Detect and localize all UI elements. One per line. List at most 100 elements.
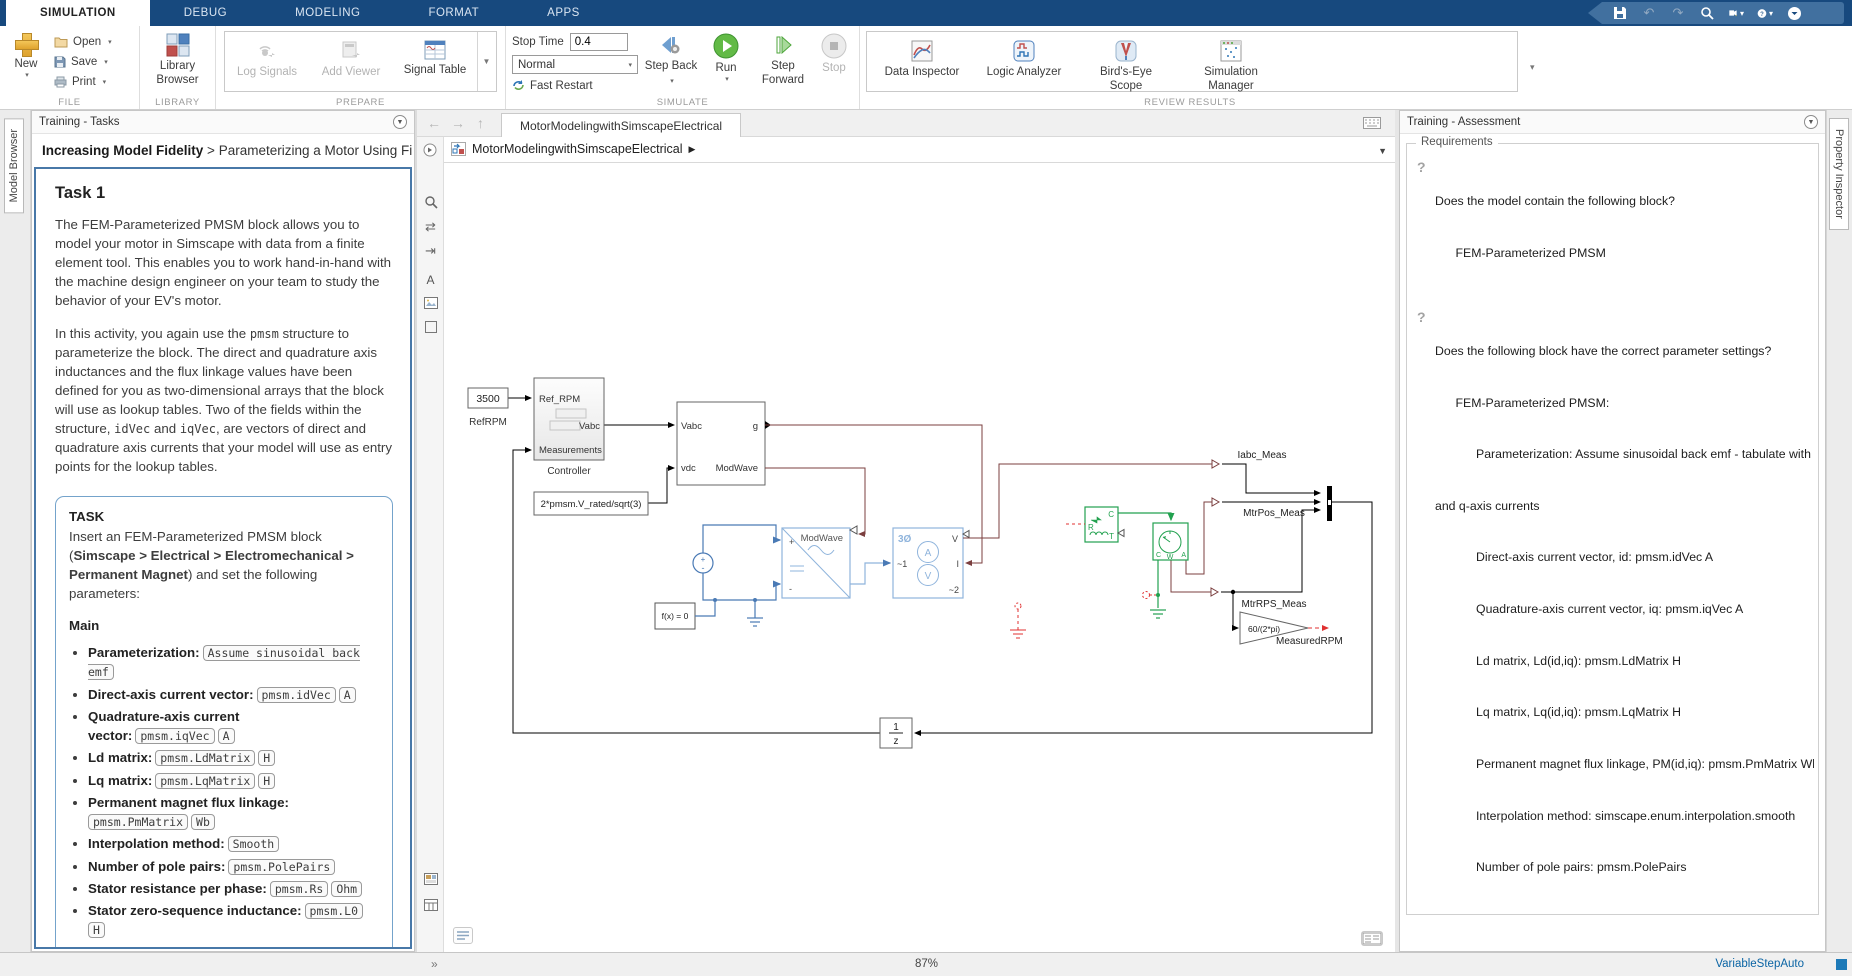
stop-button[interactable]: Stop bbox=[812, 26, 856, 92]
pan-icon[interactable]: ⇄ bbox=[417, 219, 444, 235]
export-favorites-icon[interactable]: ▾ bbox=[1728, 5, 1744, 21]
log-signals-icon bbox=[255, 39, 279, 63]
resize-grip[interactable] bbox=[1836, 959, 1847, 970]
block-solver-configuration[interactable]: f(x) = 0 bbox=[655, 603, 695, 629]
search-icon[interactable] bbox=[1699, 5, 1715, 21]
hide-explorer-bar-button[interactable] bbox=[417, 137, 444, 163]
area-annotation-icon[interactable] bbox=[417, 321, 444, 336]
save-icon[interactable] bbox=[1612, 5, 1628, 21]
svg-text:Vabc: Vabc bbox=[681, 421, 702, 432]
model-browser-tab[interactable]: Model Browser bbox=[4, 118, 24, 213]
mode-dropdown-icon: ▾ bbox=[628, 61, 632, 69]
nav-up-icon[interactable]: ↑ bbox=[477, 115, 484, 131]
save-button[interactable]: Save▾ bbox=[54, 52, 112, 72]
simulation-manager-button[interactable]: Simulation Manager bbox=[1185, 32, 1277, 98]
new-button[interactable]: New ▾ bbox=[6, 26, 46, 92]
tab-debug[interactable]: DEBUG bbox=[150, 0, 261, 26]
requirement-item[interactable]: ? Does the model contain the following b… bbox=[1417, 159, 1814, 297]
signal-label[interactable]: MeasuredRPM bbox=[1276, 636, 1343, 647]
logic-analyzer-button[interactable]: Logic Analyzer bbox=[981, 32, 1067, 98]
block-modwave-generator[interactable]: Vabc vdc g ModWave bbox=[677, 402, 771, 485]
stop-label: Stop bbox=[822, 62, 846, 76]
breadcrumb-section[interactable]: Increasing Model Fidelity bbox=[42, 143, 203, 158]
legend-toggle-button[interactable] bbox=[453, 927, 473, 944]
palette-expand-icon[interactable]: » bbox=[431, 957, 438, 971]
signal-label[interactable]: Iabc_Meas bbox=[1238, 450, 1287, 461]
breadcrumb-dropdown-icon[interactable]: ▼ bbox=[1378, 146, 1387, 156]
unconnected-node[interactable] bbox=[1143, 592, 1157, 599]
undo-icon[interactable]: ↶ bbox=[1641, 5, 1657, 21]
keyboard-shortcuts-icon[interactable] bbox=[1363, 116, 1381, 134]
add-viewer-button[interactable]: Add Viewer bbox=[309, 32, 393, 98]
block-vdc-constant[interactable]: 2*pmsm.V_rated/sqrt(3) bbox=[534, 492, 648, 515]
block-unit-delay[interactable]: 1 z bbox=[880, 718, 912, 748]
tab-modeling[interactable]: MODELING bbox=[261, 0, 394, 26]
nav-back-icon[interactable]: ← bbox=[427, 115, 441, 131]
ribbon-tab-bar: SIMULATION DEBUG MODELING FORMAT APPS ↶ … bbox=[0, 0, 1852, 26]
birds-eye-scope-button[interactable]: Bird's-Eye Scope bbox=[1083, 32, 1169, 98]
ribbon-group-simulate: Stop Time Normal ▾ Fast Restart Step Bac… bbox=[506, 26, 860, 109]
ribbon-group-review: Data Inspector Logic Analyzer Bird's-Eye… bbox=[860, 26, 1524, 109]
ribbon: New ▾ Open▾ Save▾ Print▾ FILE bbox=[0, 26, 1852, 110]
log-signals-button[interactable]: Log Signals bbox=[225, 32, 309, 98]
block-three-phase-meter[interactable]: 3Ø A V ~1 V I ~2 bbox=[893, 528, 969, 598]
tasks-panel-title: Training - Tasks bbox=[39, 116, 120, 128]
data-inspector-button[interactable]: Data Inspector bbox=[879, 32, 965, 98]
new-label: New bbox=[14, 58, 37, 72]
viewmarks-icon[interactable] bbox=[417, 873, 444, 888]
signal-table-button[interactable]: Signal Table bbox=[393, 32, 477, 98]
signal-label[interactable]: MtrPos_Meas bbox=[1243, 508, 1305, 519]
stop-time-input[interactable] bbox=[570, 33, 628, 51]
schedule-editor-icon[interactable] bbox=[417, 899, 444, 914]
zoom-level: 87% bbox=[915, 958, 938, 970]
block-refrpm-constant[interactable]: 3500 RefRPM bbox=[468, 388, 508, 428]
open-label: Open bbox=[73, 36, 101, 48]
requirement-item[interactable]: ? Does the following block have the corr… bbox=[1417, 309, 1814, 914]
step-back-button[interactable]: Step Back ▾ bbox=[642, 26, 700, 92]
fast-restart-toggle[interactable]: Fast Restart bbox=[512, 79, 640, 92]
zoom-icon[interactable] bbox=[417, 195, 444, 212]
breadcrumb-chevron-icon[interactable]: ▶ bbox=[689, 144, 696, 155]
canvas-view-button[interactable] bbox=[1361, 931, 1383, 946]
help-icon[interactable]: ?▾ bbox=[1757, 5, 1773, 21]
floppy-icon bbox=[54, 56, 66, 68]
block-controller[interactable]: Ref_RPM Vabc Measurements Controller bbox=[534, 378, 604, 477]
svg-text:-: - bbox=[789, 584, 792, 594]
solver-status[interactable]: VariableStepAuto bbox=[1715, 958, 1804, 970]
ribbon-group-file: New ▾ Open▾ Save▾ Print▾ FILE bbox=[0, 26, 140, 109]
model-breadcrumb-label[interactable]: MotorModelingwithSimscapeElectrical bbox=[472, 142, 683, 156]
panel-splitter[interactable] bbox=[415, 110, 417, 952]
tab-apps[interactable]: APPS bbox=[513, 0, 614, 26]
block-pmsm-winding[interactable]: R C T bbox=[1085, 507, 1124, 542]
assessment-panel-menu-icon[interactable]: ▼ bbox=[1804, 115, 1818, 129]
block-dc-source[interactable]: + - bbox=[693, 553, 713, 573]
simulation-mode-select[interactable]: Normal ▾ bbox=[512, 55, 638, 74]
list-item: Stator resistance per phase:pmsm.RsOhm bbox=[88, 879, 379, 898]
redo-icon[interactable]: ↷ bbox=[1670, 5, 1686, 21]
step-back-label: Step Back bbox=[645, 60, 697, 72]
ribbon-overflow-icon[interactable]: ▾ bbox=[1530, 62, 1535, 73]
fit-to-view-icon[interactable]: ⇥ bbox=[417, 243, 444, 259]
annotation-icon[interactable]: A bbox=[417, 273, 444, 287]
signal-label[interactable]: MtrRPS_Meas bbox=[1241, 599, 1306, 610]
prepare-overflow-button[interactable]: ▼ bbox=[477, 32, 495, 91]
unconnected-ground[interactable] bbox=[1010, 603, 1026, 638]
block-rotational-sensor[interactable]: C W A bbox=[1153, 523, 1188, 561]
print-button[interactable]: Print▾ bbox=[54, 72, 112, 92]
run-button[interactable]: Run ▾ bbox=[704, 26, 748, 92]
svg-text:vdc: vdc bbox=[681, 463, 696, 474]
minimize-ribbon-icon[interactable] bbox=[1786, 5, 1802, 21]
open-button[interactable]: Open▾ bbox=[54, 32, 112, 52]
library-browser-button[interactable]: Library Browser bbox=[140, 26, 215, 92]
tasks-panel-menu-icon[interactable]: ▼ bbox=[393, 115, 407, 129]
printer-icon bbox=[54, 76, 67, 88]
model-canvas[interactable]: 3500 RefRPM Ref_RPM Vabc Measurements Co… bbox=[444, 163, 1395, 952]
property-inspector-tab[interactable]: Property Inspector bbox=[1829, 118, 1849, 230]
tab-format[interactable]: FORMAT bbox=[394, 0, 513, 26]
step-forward-button[interactable]: Step Forward bbox=[754, 26, 812, 92]
nav-forward-icon[interactable]: → bbox=[451, 115, 465, 131]
image-annotation-icon[interactable] bbox=[417, 297, 444, 312]
tab-simulation[interactable]: SIMULATION bbox=[6, 0, 150, 26]
block-converter[interactable]: + - ModWave bbox=[782, 526, 857, 598]
model-document-tab[interactable]: MotorModelingwithSimscapeElectrical bbox=[501, 113, 741, 138]
